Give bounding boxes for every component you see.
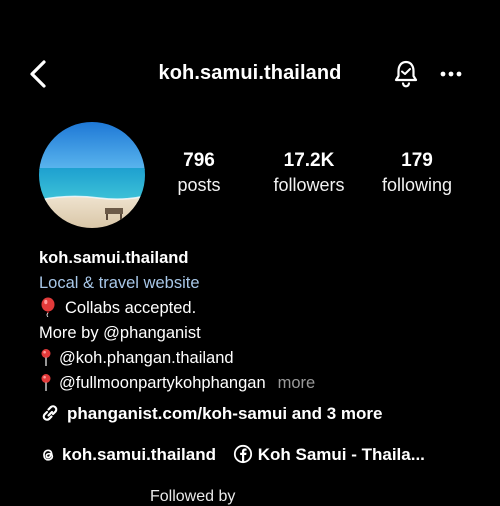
stat-following[interactable]: 179 following: [362, 150, 472, 198]
social-links-row: koh.samui.thailand Koh Samui - Thaila...: [39, 444, 425, 465]
following-count: 179: [401, 150, 433, 171]
bio-collabs-text: Collabs accepted.: [65, 299, 197, 317]
threads-link[interactable]: koh.samui.thailand: [39, 445, 216, 465]
profile-avatar[interactable]: [39, 122, 145, 228]
stat-posts[interactable]: 796 posts: [144, 150, 254, 198]
facebook-page-name: Koh Samui - Thaila...: [257, 445, 425, 464]
mention-fullmoonparty[interactable]: @fullmoonpartykohphangan: [59, 374, 266, 392]
link-icon: [42, 405, 58, 421]
mention-koh-phangan[interactable]: @koh.phangan.thailand: [59, 349, 234, 367]
facebook-icon: [233, 444, 252, 464]
followed-by-text[interactable]: Followed by: [150, 488, 235, 506]
followers-count: 17.2K: [283, 150, 335, 171]
threads-icon: [43, 449, 54, 461]
facebook-link[interactable]: Koh Samui - Thaila...: [233, 444, 425, 465]
profile-name: koh.samui.thailand: [39, 249, 189, 267]
beach-photo-icon: [39, 122, 145, 228]
pushpin-icon: [41, 374, 51, 391]
followers-label: followers: [273, 175, 345, 195]
threads-handle: koh.samui.thailand: [62, 445, 216, 464]
profile-username-title: koh.samui.thailand: [158, 62, 342, 84]
more-options-icon[interactable]: [437, 62, 465, 86]
stat-followers[interactable]: 17.2K followers: [254, 150, 364, 198]
posts-label: posts: [177, 175, 221, 195]
bio-more-by: More by @phanganist: [39, 324, 201, 342]
profile-bio: koh.samui.thailand Local & travel websit…: [39, 246, 479, 396]
bio-line-collabs: Collabs accepted.: [39, 296, 479, 321]
bio-line-fullmoon: @fullmoonpartykohphangan more: [39, 371, 479, 396]
bio-line-phangan: @koh.phangan.thailand: [39, 346, 479, 371]
bell-icon[interactable]: [393, 59, 419, 89]
profile-category[interactable]: Local & travel website: [39, 271, 479, 296]
following-label: following: [381, 175, 453, 195]
external-link[interactable]: phanganist.com/koh-samui and 3 more: [39, 403, 383, 424]
external-link-text: phanganist.com/koh-samui and 3 more: [67, 404, 383, 423]
balloon-icon: [41, 297, 55, 317]
bio-more-link[interactable]: more: [278, 374, 316, 392]
posts-count: 796: [183, 150, 215, 171]
pushpin-icon: [41, 349, 51, 366]
